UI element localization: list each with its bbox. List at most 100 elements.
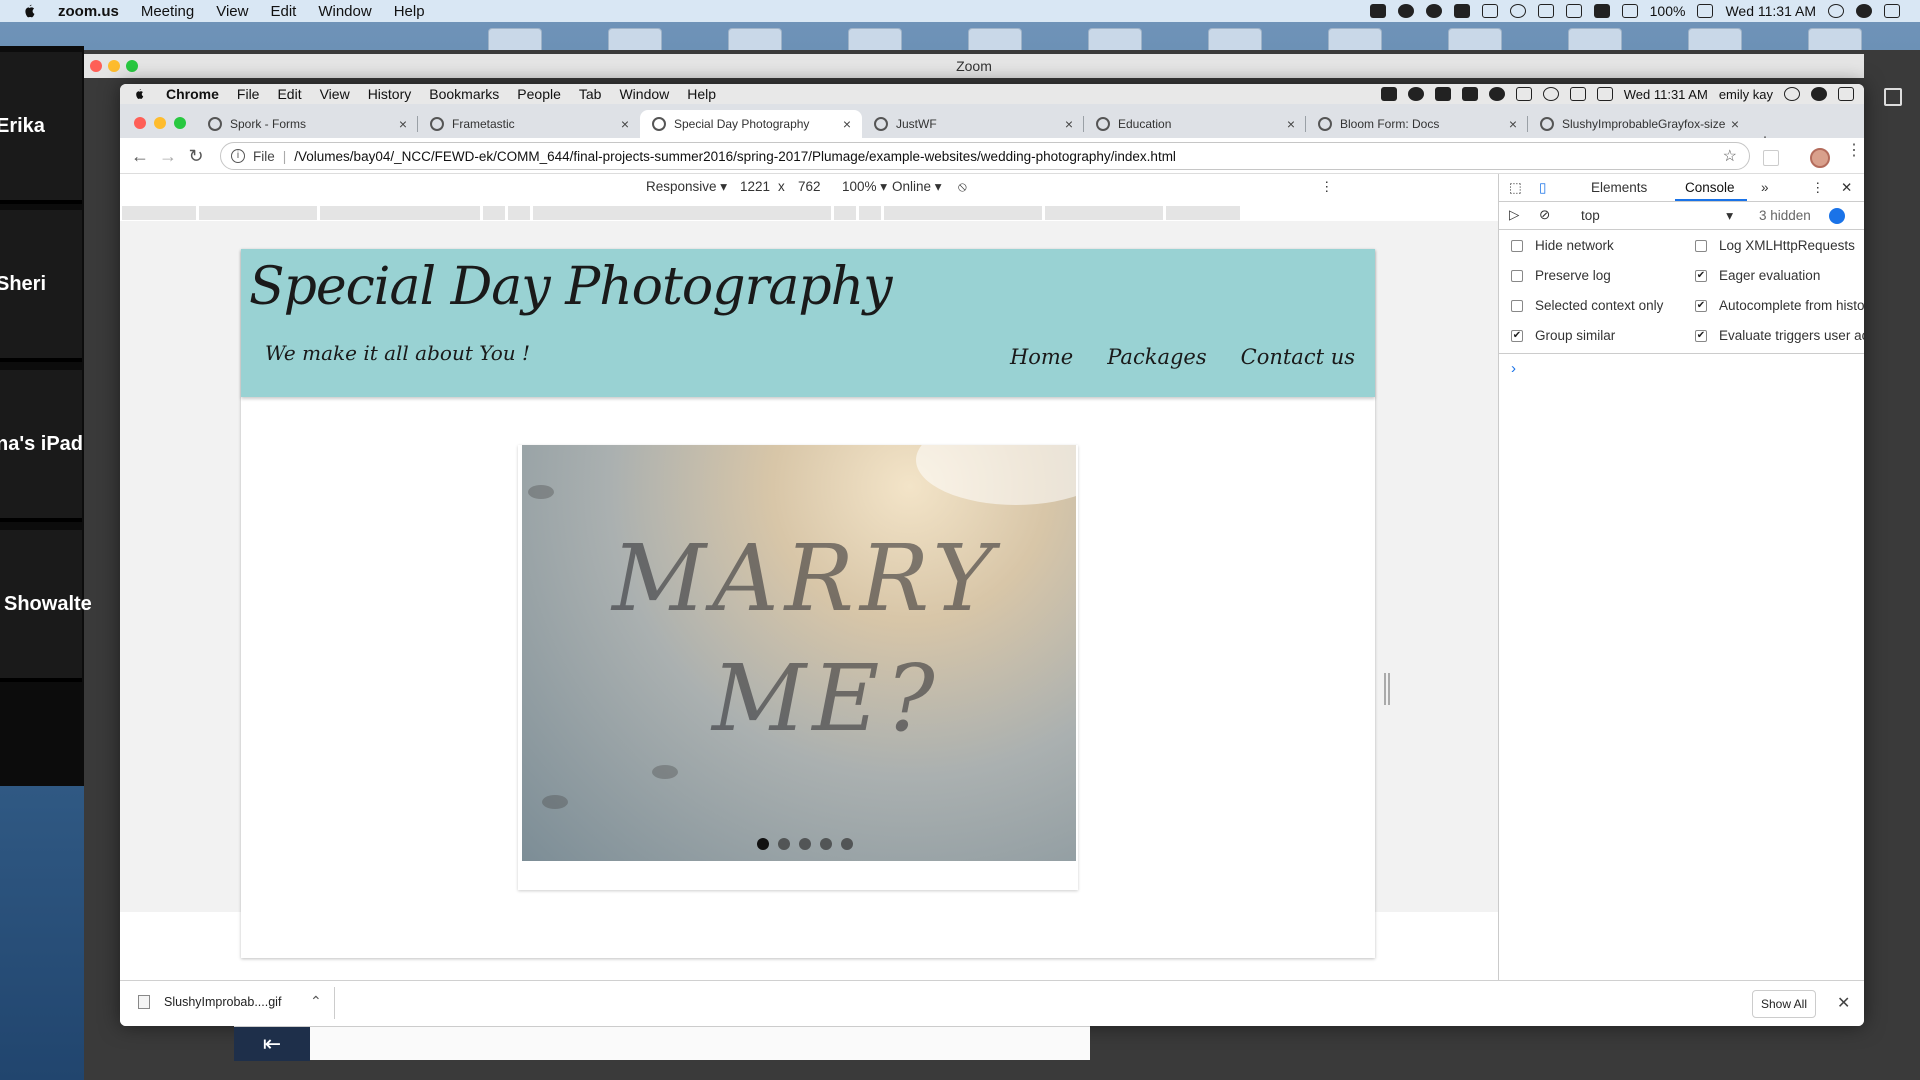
creative-cloud-icon[interactable]: [1425, 4, 1442, 18]
fullscreen-icon[interactable]: [1884, 88, 1902, 106]
menu-tab[interactable]: Tab: [579, 86, 602, 102]
dropbox-icon[interactable]: [1380, 87, 1397, 101]
window-minimize-button[interactable]: [154, 117, 166, 129]
participant-tile[interactable]: na's iPad: [0, 370, 83, 522]
profile-avatar[interactable]: [1810, 148, 1830, 168]
network-throttle-select[interactable]: Online ▾: [892, 179, 942, 195]
inspect-element-icon[interactable]: ⬚: [1509, 180, 1522, 196]
siri-icon[interactable]: [1856, 4, 1872, 18]
menu-window[interactable]: Window: [619, 86, 669, 102]
extension-icon[interactable]: [1763, 150, 1779, 166]
tab-elements[interactable]: Elements: [1591, 180, 1647, 195]
search-icon[interactable]: [1784, 87, 1800, 101]
viewport-width-input[interactable]: 1221: [740, 179, 770, 194]
zoom-maximize-button[interactable]: [126, 60, 138, 72]
device-options-icon[interactable]: ⋮: [1320, 179, 1334, 195]
nav-contact-link[interactable]: Contact us: [1241, 345, 1355, 369]
slider-dot[interactable]: [799, 838, 811, 850]
checkbox[interactable]: [1511, 269, 1523, 282]
siri-icon[interactable]: [1811, 87, 1827, 101]
close-icon[interactable]: ×: [1060, 116, 1078, 132]
menu-history[interactable]: History: [368, 86, 412, 102]
apple-icon[interactable]: [20, 2, 38, 20]
option-eager-evaluation[interactable]: ✔ Eager evaluation: [1695, 268, 1820, 283]
console-prompt[interactable]: ›: [1511, 360, 1516, 377]
menu-meeting[interactable]: Meeting: [141, 3, 194, 20]
tab-frametastic[interactable]: Frametastic ×: [418, 110, 640, 138]
time-machine-icon[interactable]: [1542, 87, 1559, 101]
tab-bloom-form-docs[interactable]: Bloom Form: Docs ×: [1306, 110, 1528, 138]
bookmark-star-icon[interactable]: ☆: [1723, 146, 1737, 166]
option-hide-network[interactable]: Hide network: [1511, 238, 1614, 253]
more-tabs-icon[interactable]: »: [1761, 180, 1769, 195]
menu-people[interactable]: People: [517, 86, 561, 102]
window-close-button[interactable]: [134, 117, 146, 129]
viewport-height-input[interactable]: 762: [798, 179, 821, 194]
back-arrow-icon[interactable]: ←: [130, 146, 150, 166]
user-name[interactable]: emily kay: [1719, 87, 1773, 102]
bluetooth-icon[interactable]: [1569, 87, 1586, 101]
slider-dot[interactable]: [757, 838, 769, 850]
menubar-clock[interactable]: Wed 11:31 AM: [1725, 3, 1816, 19]
airplay-icon[interactable]: [1481, 4, 1498, 18]
tab-spork-forms[interactable]: Spork - Forms ×: [196, 110, 418, 138]
menu-file[interactable]: File: [237, 86, 260, 102]
device-mode-select[interactable]: Responsive ▾: [646, 179, 727, 195]
checkbox-checked[interactable]: ✔: [1511, 329, 1523, 342]
bluetooth-icon[interactable]: [1537, 4, 1554, 18]
url-text[interactable]: /Volumes/bay04/_NCC/FEWD-ek/COMM_644/fin…: [294, 149, 1176, 164]
tab-slushyimprobablegrayfox[interactable]: SlushyImprobableGrayfox-size ×: [1528, 110, 1750, 138]
volume-icon[interactable]: [1621, 4, 1638, 18]
nav-packages-link[interactable]: Packages: [1107, 345, 1206, 369]
media-query-segment[interactable]: [122, 206, 196, 220]
checkbox-checked[interactable]: ✔: [1695, 269, 1707, 282]
media-query-segment[interactable]: [1166, 206, 1240, 220]
reload-icon[interactable]: ↻: [186, 146, 206, 166]
media-query-segment[interactable]: [859, 206, 881, 220]
tab-console[interactable]: Console: [1685, 180, 1735, 195]
menu-app-zoom[interactable]: zoom.us: [58, 3, 119, 20]
address-bar[interactable]: i File | /Volumes/bay04/_NCC/FEWD-ek/COM…: [220, 142, 1750, 170]
zoom-status-icon[interactable]: [1369, 4, 1386, 18]
apple-icon[interactable]: [132, 87, 146, 101]
media-query-segment[interactable]: [320, 206, 480, 220]
zoom-select[interactable]: 100% ▾: [842, 179, 887, 195]
menu-help[interactable]: Help: [394, 3, 425, 20]
devtools-menu-icon[interactable]: ⋮: [1811, 180, 1825, 196]
battery-icon[interactable]: [1697, 4, 1714, 18]
chrome-menu-icon[interactable]: ⋮: [1846, 143, 1862, 159]
option-log-xhr[interactable]: Log XMLHttpRequests: [1695, 238, 1855, 253]
menu-window[interactable]: Window: [318, 3, 371, 20]
window-maximize-button[interactable]: [174, 117, 186, 129]
close-icon[interactable]: ×: [1282, 116, 1300, 132]
wifi-icon[interactable]: [1596, 87, 1613, 101]
notification-center-icon[interactable]: [1884, 4, 1900, 18]
close-icon[interactable]: ✕: [1837, 993, 1850, 1013]
option-selected-context[interactable]: Selected context only: [1511, 298, 1663, 313]
option-autocomplete[interactable]: ✔ Autocomplete from histo: [1695, 298, 1864, 313]
menu-app-chrome[interactable]: Chrome: [166, 86, 219, 102]
arrow-left-icon[interactable]: ⇤: [234, 1027, 310, 1061]
close-icon[interactable]: ×: [838, 116, 856, 132]
media-query-segment[interactable]: [533, 206, 831, 220]
spotlight-icon[interactable]: [1828, 4, 1844, 18]
zoom-minimize-button[interactable]: [108, 60, 120, 72]
info-icon[interactable]: i: [231, 149, 245, 163]
option-group-similar[interactable]: ✔ Group similar: [1511, 328, 1615, 343]
slider-dot[interactable]: [778, 838, 790, 850]
wifi-icon[interactable]: [1565, 4, 1582, 18]
chevron-up-icon[interactable]: ⌃: [310, 993, 322, 1010]
download-item[interactable]: SlushyImprobab....gif: [138, 995, 281, 1009]
close-icon[interactable]: ×: [1504, 116, 1522, 132]
slack-icon[interactable]: [1434, 87, 1451, 101]
checkbox-checked[interactable]: ✔: [1695, 299, 1707, 312]
nav-home-link[interactable]: Home: [1010, 345, 1073, 369]
clear-console-icon[interactable]: ⊘: [1539, 207, 1550, 223]
device-toggle-icon[interactable]: ▯: [1539, 180, 1546, 196]
media-query-segment[interactable]: [483, 206, 505, 220]
input-source-icon[interactable]: [1593, 4, 1610, 18]
airplay-icon[interactable]: [1515, 87, 1532, 101]
notification-center-icon[interactable]: [1838, 87, 1854, 101]
menu-bookmarks[interactable]: Bookmarks: [429, 86, 499, 102]
media-query-segment[interactable]: [508, 206, 530, 220]
